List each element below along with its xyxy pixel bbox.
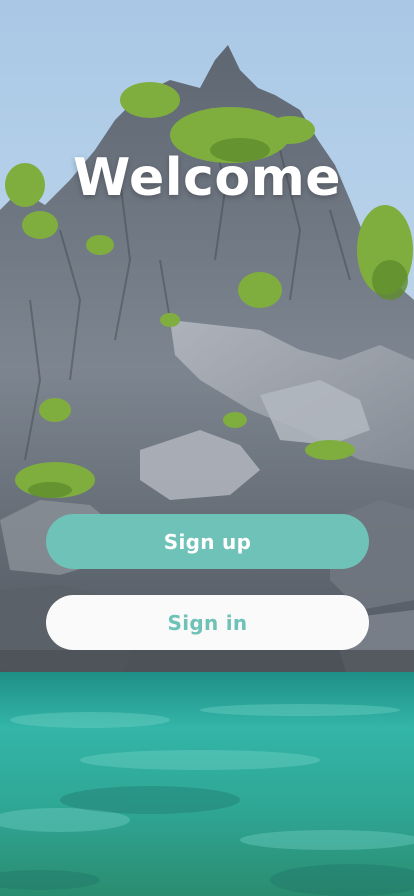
welcome-screen: Welcome Sign up Sign in [0,0,414,896]
sign-up-label: Sign up [163,529,252,554]
background-photo [0,0,414,896]
welcome-title: Welcome [72,148,342,208]
sign-in-button[interactable]: Sign in [46,595,369,650]
sign-up-button[interactable]: Sign up [46,514,369,569]
sign-in-label: Sign in [167,610,248,635]
